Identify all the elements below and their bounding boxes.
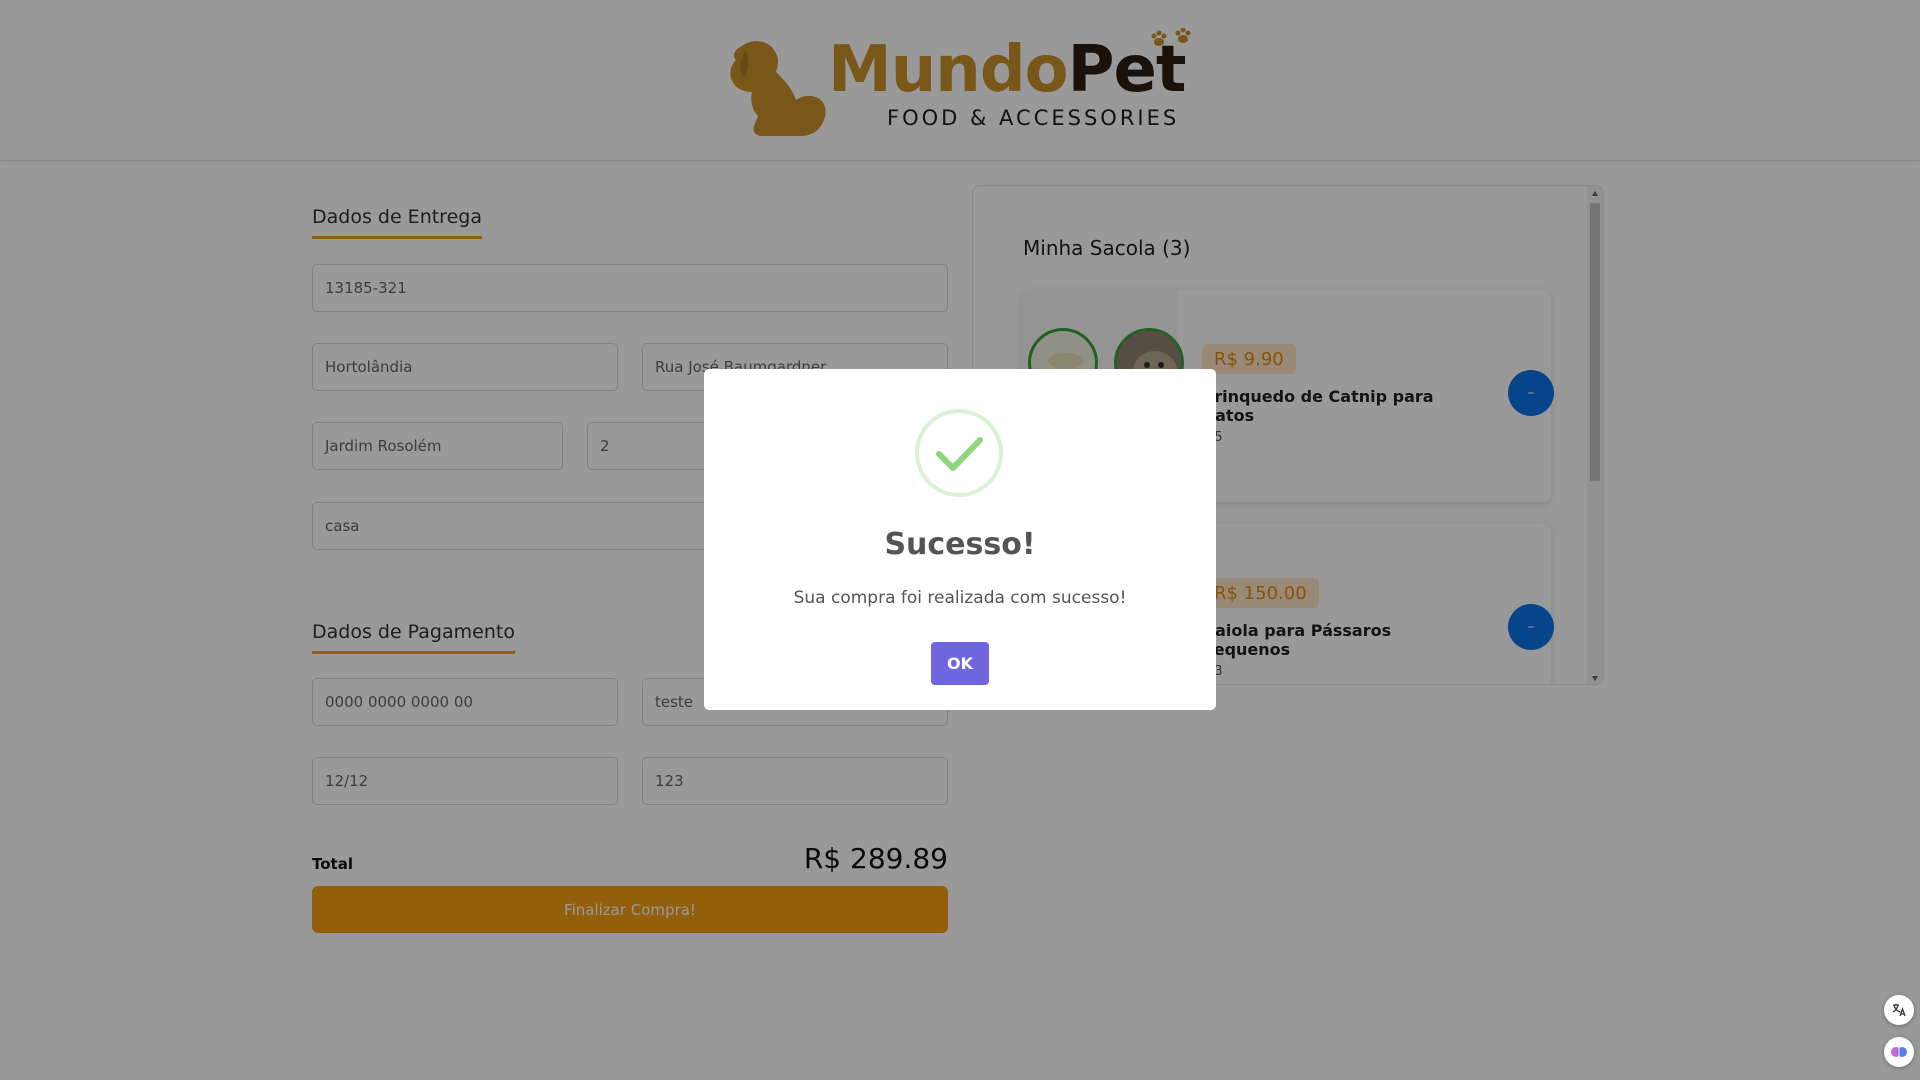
- modal-message: Sua compra foi realizada com sucesso!: [793, 588, 1127, 608]
- success-check-icon: [915, 409, 1003, 497]
- ok-button[interactable]: OK: [931, 642, 989, 685]
- translate-icon[interactable]: [1884, 995, 1914, 1025]
- brain-icon[interactable]: [1884, 1037, 1914, 1067]
- modal-title: Sucesso!: [884, 527, 1036, 562]
- success-modal: Sucesso! Sua compra foi realizada com su…: [704, 369, 1216, 710]
